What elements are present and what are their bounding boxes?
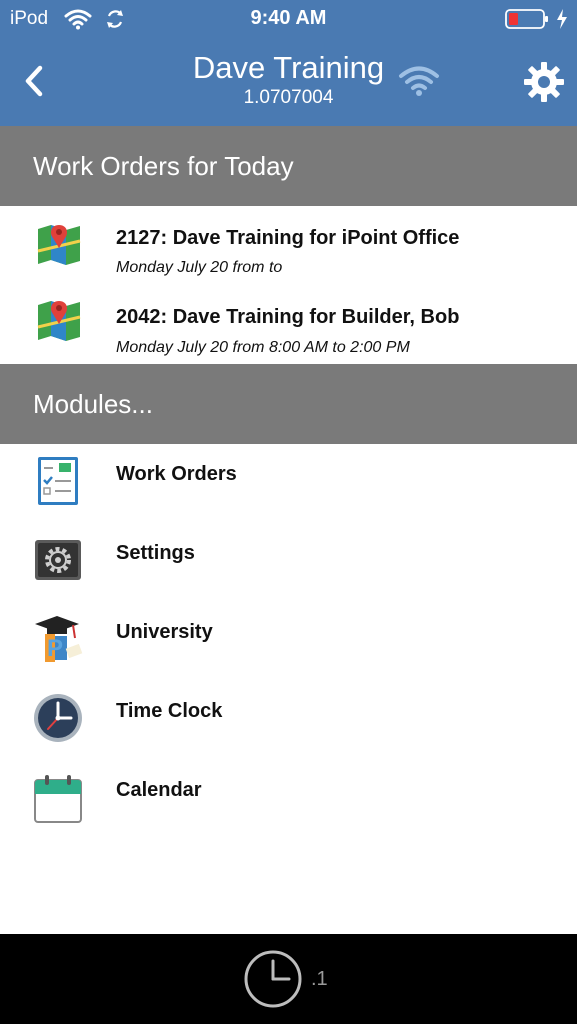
queue-count: .1 xyxy=(311,968,328,990)
clipboard-icon xyxy=(38,457,78,505)
graduation-cap-icon: P xyxy=(35,616,83,662)
module-label: University xyxy=(116,621,213,643)
svg-text:P: P xyxy=(47,635,63,662)
clock-icon[interactable] xyxy=(243,949,303,1009)
module-label: Calendar xyxy=(116,779,202,801)
work-order-title: 2127: Dave Training for iPoint Office xyxy=(116,227,460,249)
module-item-university[interactable]: P University xyxy=(0,602,577,681)
work-order-schedule: Monday July 20 from 8:00 AM to 2:00 PM xyxy=(116,339,410,356)
map-pin-icon xyxy=(37,225,81,265)
map-pin-icon xyxy=(37,301,81,341)
charging-icon xyxy=(557,9,567,29)
modules-section-header: Modules... xyxy=(0,364,577,444)
module-item-calendar[interactable]: Calendar xyxy=(0,760,577,839)
module-item-work-orders[interactable]: Work Orders xyxy=(0,444,577,523)
calendar-icon xyxy=(34,775,82,823)
work-order-title: 2042: Dave Training for Builder, Bob xyxy=(116,306,460,328)
settings-icon xyxy=(35,540,81,580)
work-order-item[interactable]: 2042: Dave Training for Builder, Bob Mon… xyxy=(0,285,577,364)
work-order-item[interactable]: 2127: Dave Training for iPoint Office Mo… xyxy=(0,206,577,285)
module-item-time-clock[interactable]: Time Clock xyxy=(0,681,577,760)
bottom-bar: .1 xyxy=(0,934,577,1024)
gear-icon[interactable] xyxy=(522,60,566,104)
back-button[interactable] xyxy=(18,62,50,100)
battery-icon xyxy=(505,9,548,29)
status-time: 9:40 AM xyxy=(250,7,327,29)
module-label: Work Orders xyxy=(116,463,237,485)
top-bar: iPod 9:40 AM Dave Training 1.0707004 xyxy=(0,0,577,126)
module-label: Settings xyxy=(116,542,195,564)
clock-icon xyxy=(34,694,82,742)
module-item-settings[interactable]: Settings xyxy=(0,523,577,602)
work-order-schedule: Monday July 20 from to xyxy=(116,259,283,276)
work-orders-section-header: Work Orders for Today xyxy=(0,126,577,206)
wifi-icon xyxy=(399,66,439,96)
status-bar: iPod 9:40 AM xyxy=(0,0,577,38)
module-label: Time Clock xyxy=(116,700,223,722)
